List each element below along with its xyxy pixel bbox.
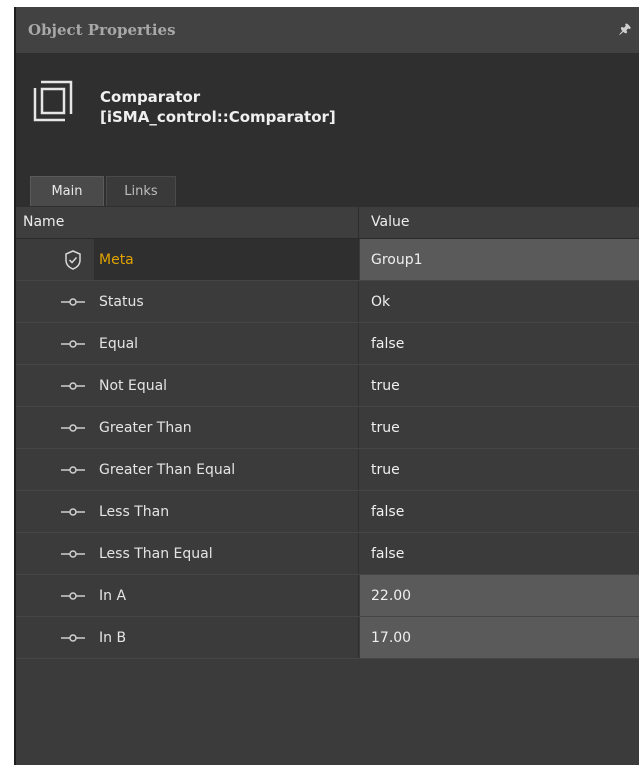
column-header-value[interactable]: Value — [360, 207, 639, 238]
value-cell[interactable]: Group1 — [360, 239, 639, 280]
slot-icon — [61, 634, 85, 642]
name-cell: In B — [16, 617, 359, 658]
row-label: Less Than Equal — [99, 546, 213, 562]
object-title: Comparator [iSMA_control::Comparator] — [100, 87, 336, 127]
slot-icon — [61, 592, 85, 600]
value-cell[interactable]: Ok — [360, 281, 639, 322]
row-label: Meta — [99, 252, 134, 268]
row-value[interactable]: 22.00 — [371, 588, 411, 604]
panel-title: Object Properties — [28, 21, 176, 39]
column-header-name[interactable]: Name — [16, 207, 359, 238]
table-row-in-a[interactable]: In A 22.00 — [16, 575, 639, 617]
row-value: Ok — [371, 294, 391, 310]
row-value: true — [371, 378, 400, 394]
table-row-greater-than[interactable]: Greater Than true — [16, 407, 639, 449]
name-cell: Equal — [16, 323, 359, 364]
value-cell[interactable]: true — [360, 449, 639, 490]
name-cell: Less Than Equal — [16, 533, 359, 574]
value-cell[interactable]: 22.00 — [360, 575, 639, 616]
table-row-less-than[interactable]: Less Than false — [16, 491, 639, 533]
name-cell: In A — [16, 575, 359, 616]
slot-icon — [61, 466, 85, 474]
row-value[interactable]: Group1 — [371, 252, 423, 268]
object-header: Comparator [iSMA_control::Comparator] — [16, 53, 639, 162]
tab-main[interactable]: Main — [30, 176, 104, 206]
panel-titlebar: Object Properties 🖈 — [16, 7, 639, 53]
component-icon — [33, 80, 73, 122]
table-row-status[interactable]: Status Ok — [16, 281, 639, 323]
table-header: Name Value — [16, 207, 639, 239]
slot-icon — [61, 424, 85, 432]
row-label: Status — [99, 294, 144, 310]
table-row-equal[interactable]: Equal false — [16, 323, 639, 365]
row-value: true — [371, 462, 400, 478]
properties-table: Name Value Meta Group1 Status Ok Equal f… — [16, 207, 639, 659]
value-cell[interactable]: true — [360, 407, 639, 448]
row-value: false — [371, 504, 405, 520]
slot-icon — [61, 340, 85, 348]
pin-icon[interactable]: 🖈 — [619, 20, 631, 42]
name-cell: Status — [16, 281, 359, 322]
value-cell[interactable]: 17.00 — [360, 617, 639, 658]
row-value[interactable]: 17.00 — [371, 630, 411, 646]
row-label: Equal — [99, 336, 139, 352]
tab-bar: Main Links — [16, 162, 639, 207]
row-label: Not Equal — [99, 378, 168, 394]
row-label: In A — [99, 588, 127, 604]
table-row-in-b[interactable]: In B 17.00 — [16, 617, 639, 659]
object-type: [iSMA_control::Comparator] — [100, 108, 336, 126]
name-cell: Less Than — [16, 491, 359, 532]
slot-icon — [61, 508, 85, 516]
value-cell[interactable]: false — [360, 491, 639, 532]
table-row-not-equal[interactable]: Not Equal true — [16, 365, 639, 407]
row-value: false — [371, 336, 405, 352]
object-properties-panel: Object Properties 🖈 Comparator [iSMA_con… — [14, 7, 639, 765]
value-cell[interactable]: false — [360, 533, 639, 574]
table-row-less-than-equal[interactable]: Less Than Equal false — [16, 533, 639, 575]
table-row-greater-than-equal[interactable]: Greater Than Equal true — [16, 449, 639, 491]
name-cell: Greater Than — [16, 407, 359, 448]
row-label: Greater Than Equal — [99, 462, 236, 478]
row-value: false — [371, 546, 405, 562]
row-label: Less Than — [99, 504, 170, 520]
name-cell: Meta — [16, 239, 359, 280]
row-label: In B — [99, 630, 127, 646]
object-name: Comparator — [100, 88, 201, 106]
value-cell[interactable]: false — [360, 323, 639, 364]
shield-check-icon — [65, 250, 81, 270]
slot-icon — [61, 382, 85, 390]
row-label: Greater Than — [99, 420, 192, 436]
value-cell[interactable]: true — [360, 365, 639, 406]
row-value: true — [371, 420, 400, 436]
name-cell: Not Equal — [16, 365, 359, 406]
slot-icon — [61, 550, 85, 558]
tab-links[interactable]: Links — [106, 176, 176, 206]
name-cell: Greater Than Equal — [16, 449, 359, 490]
slot-icon — [61, 298, 85, 306]
table-row-meta[interactable]: Meta Group1 — [16, 239, 639, 281]
